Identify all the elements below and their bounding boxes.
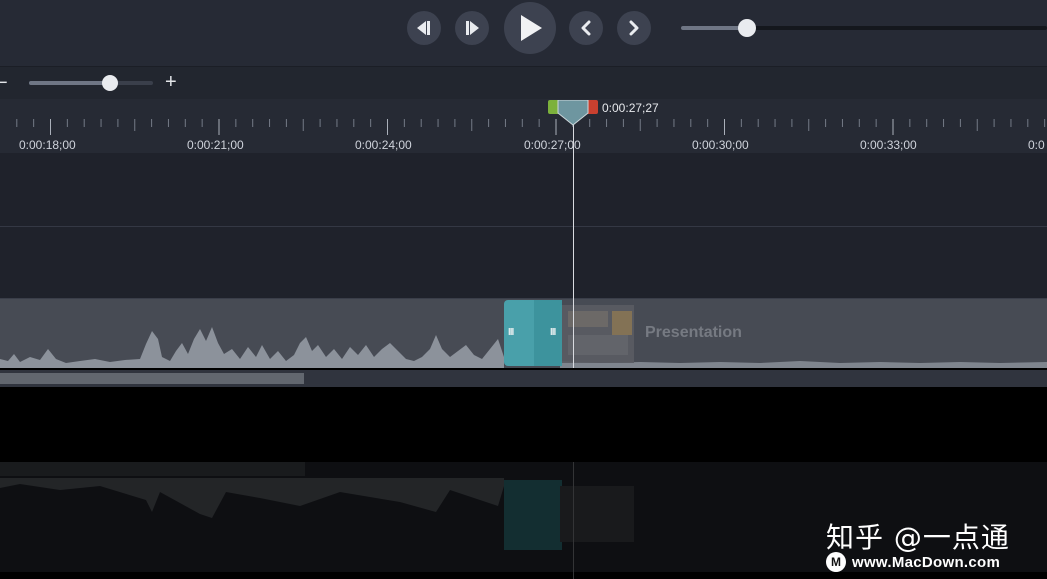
progress-fill (681, 26, 747, 30)
watermark-url: www.MacDown.com (852, 553, 1001, 571)
ruler-label: 0:0 (1028, 138, 1045, 152)
macdown-logo-icon: M (826, 552, 846, 572)
skip-forward-icon (466, 21, 479, 35)
zoom-out-button[interactable]: − (0, 73, 8, 93)
chevron-right-icon (629, 20, 639, 36)
clip-thumbnail (560, 305, 634, 363)
thumbnail-block (612, 311, 632, 335)
watermark-brand: 知乎 @一点通 (826, 521, 1010, 554)
ruler-label: 0:00:33;00 (860, 138, 917, 152)
timeline-editor: − + 0:00:18;00 0:00:21;00 0:00:24;00 0:0… (0, 0, 1047, 579)
transition-handle-right[interactable]: III (550, 327, 556, 338)
playback-toolbar (0, 0, 1047, 67)
empty-track[interactable] (0, 227, 1047, 299)
zoom-bar: − + (0, 67, 1047, 99)
clip-label: Presentation (645, 324, 742, 341)
transition-clip[interactable]: III (504, 300, 534, 366)
step-back-button[interactable] (407, 11, 441, 45)
progress-knob[interactable] (737, 19, 756, 37)
reflection-scroll (0, 462, 305, 476)
zoom-in-button[interactable]: + (165, 72, 177, 92)
playhead-time: 0:00:27;27 (602, 101, 659, 115)
previous-button[interactable] (569, 11, 603, 45)
zoom-slider[interactable] (29, 75, 153, 91)
scrollbar-thumb[interactable] (0, 373, 304, 384)
playhead-out-handle[interactable] (588, 100, 598, 114)
playhead-marker-icon[interactable] (557, 100, 589, 126)
skip-back-icon (417, 21, 430, 35)
next-button[interactable] (617, 11, 651, 45)
reflection-thumbnail (560, 486, 634, 542)
ruler-label: 0:00:24;00 (355, 138, 412, 152)
time-ruler[interactable]: 0:00:18;00 0:00:21;00 0:00:24;00 0:00:27… (0, 99, 1047, 153)
watermark-site: M www.MacDown.com (826, 552, 1000, 572)
ruler-label: 0:00:30;00 (692, 138, 749, 152)
step-forward-button[interactable] (455, 11, 489, 45)
ruler-label: 0:00:18;00 (19, 138, 76, 152)
transition-handle-left[interactable]: III (508, 327, 514, 338)
playhead-line (573, 122, 574, 368)
thumbnail-block (568, 311, 608, 327)
transition-clip[interactable]: III (534, 300, 562, 366)
horizontal-scrollbar[interactable] (0, 370, 1047, 387)
playback-progress-slider[interactable] (681, 19, 1047, 37)
zoom-knob[interactable] (101, 75, 118, 91)
ruler-label: 0:00:21;00 (187, 138, 244, 152)
empty-track[interactable] (0, 153, 1047, 227)
reflection-playhead (573, 462, 574, 579)
reflection-transition (504, 480, 562, 550)
play-icon (521, 15, 542, 41)
chevron-left-icon (581, 20, 591, 36)
thumbnail-block (568, 335, 628, 355)
play-button[interactable] (504, 2, 556, 54)
zoom-fill (29, 81, 110, 85)
